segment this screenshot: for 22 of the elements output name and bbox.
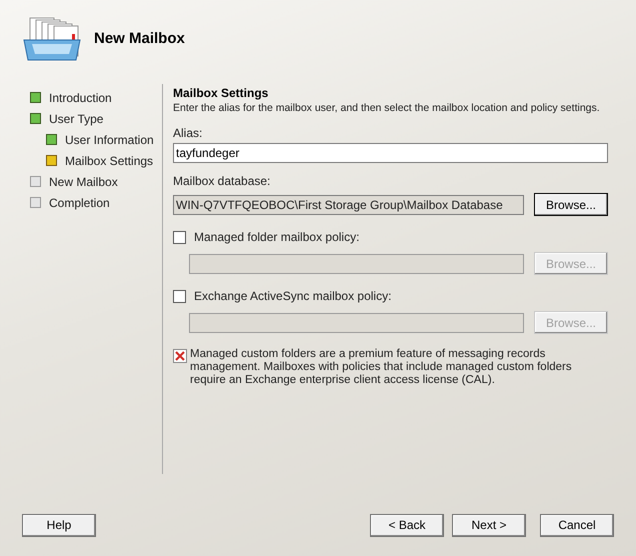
step-label: Completion xyxy=(49,194,110,212)
back-button[interactable]: < Back xyxy=(370,514,444,536)
alias-label: Alias: xyxy=(173,126,204,141)
step-label: User Type xyxy=(49,110,104,128)
step-label: Introduction xyxy=(49,90,112,106)
browse-button[interactable]: Browse... xyxy=(534,193,608,216)
database-field[interactable]: WIN-Q7VTFQEOBOC\First Storage Group\Mailbox Database xyxy=(173,194,524,214)
page-title: Mailbox Settings xyxy=(173,85,270,101)
database-label: Mailbox database: xyxy=(173,174,272,189)
info-note: Managed custom folders are a premium feature of messaging records management. Mailboxes with policies that include managed custom folders require an Exchange enterprise client access license (CAL). xyxy=(190,348,573,387)
policy-label: Exchange ActiveSync mailbox policy: xyxy=(194,288,392,305)
step-label: Mailbox Settings xyxy=(65,152,154,170)
step-label: User Information xyxy=(65,132,154,148)
help-button[interactable]: Help xyxy=(22,514,96,536)
policy-label: Managed folder mailbox policy: xyxy=(194,229,360,246)
wizard-title: New Mailbox xyxy=(94,28,185,49)
step-label: New Mailbox xyxy=(49,174,118,190)
warning-icon xyxy=(173,349,187,363)
alias-field[interactable]: tayfundeger xyxy=(173,143,608,163)
page-description: Enter the alias for the mailbox user, and then select the mailbox location and policy settings. xyxy=(173,101,601,116)
next-button[interactable]: Next > xyxy=(452,514,526,536)
cancel-button[interactable]: Cancel xyxy=(540,514,614,536)
